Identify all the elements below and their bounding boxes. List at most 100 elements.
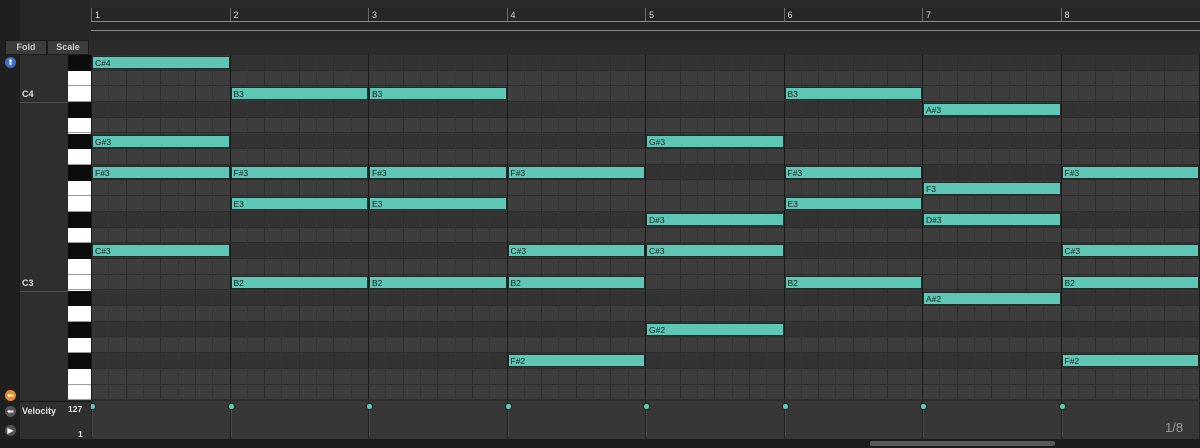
note-grid[interactable]: C#4 B3 B3 B3 A#3 G#3 G#3 F#3 F#3 F#3 F#3 F#3 F#3 F3 E3… [91, 55, 1200, 400]
grid-line [471, 55, 473, 400]
bar-number[interactable]: 2 [234, 10, 239, 20]
velocity-handle[interactable] [227, 403, 235, 410]
midi-note[interactable]: F#3 [369, 165, 507, 179]
white-key[interactable] [68, 180, 91, 197]
white-key[interactable] [68, 70, 91, 87]
fold-button[interactable]: Fold [5, 40, 47, 55]
black-key[interactable] [68, 164, 91, 181]
midi-note[interactable]: C#3 [92, 244, 230, 258]
time-ruler[interactable]: 1 2 3 4 5 6 7 8 [91, 8, 1200, 40]
midi-note[interactable]: G#3 [646, 134, 784, 148]
grid-quantization[interactable]: 1/8 [1165, 420, 1183, 435]
midi-note[interactable]: A#2 [923, 291, 1061, 305]
grid-line [870, 55, 872, 400]
loop-brace-top[interactable] [91, 21, 1200, 22]
scroll-up-icon[interactable]: ⬆ [5, 57, 16, 68]
velocity-grid[interactable] [91, 401, 1200, 439]
midi-note[interactable]: B3 [369, 87, 507, 101]
white-key[interactable] [68, 259, 91, 275]
bar-number[interactable]: 3 [372, 10, 377, 20]
grid-line [662, 55, 664, 400]
black-key[interactable] [68, 133, 91, 150]
octave-divider [20, 290, 68, 292]
black-key[interactable] [68, 212, 91, 228]
velocity-handle[interactable] [1058, 403, 1066, 410]
midi-note[interactable]: F#3 [1061, 165, 1199, 179]
midi-note[interactable]: G#2 [646, 322, 784, 336]
velocity-handle[interactable] [366, 403, 373, 410]
midi-note[interactable]: B2 [369, 275, 507, 289]
scrollbar-thumb[interactable] [870, 441, 1055, 446]
scroll-left-icon[interactable]: ⬅ [5, 390, 16, 401]
bar-number[interactable]: 7 [926, 10, 931, 20]
midi-note[interactable]: A#3 [923, 103, 1061, 117]
grid-line [229, 55, 231, 400]
midi-note[interactable]: F#3 [230, 165, 368, 179]
midi-note[interactable]: G#3 [92, 134, 230, 148]
velocity-handle[interactable] [920, 403, 927, 410]
play-icon[interactable]: ▶ [5, 425, 16, 436]
midi-note[interactable]: B2 [1061, 275, 1199, 289]
midi-note[interactable]: C#3 [507, 244, 645, 258]
grid-line [575, 55, 577, 400]
grid-line [627, 55, 629, 400]
grid-line [419, 55, 421, 400]
bar-tick [1060, 8, 1062, 22]
white-key[interactable] [68, 117, 91, 134]
velocity-handle[interactable] [91, 403, 96, 410]
midi-note[interactable]: B3 [784, 87, 922, 101]
midi-note[interactable]: D#3 [923, 213, 1061, 226]
black-key[interactable] [68, 243, 91, 260]
velocity-handle[interactable] [504, 403, 512, 410]
white-key[interactable] [68, 196, 91, 212]
grid-line [593, 55, 595, 400]
grid-line [731, 55, 733, 400]
black-key[interactable] [68, 290, 91, 307]
grid-line [1060, 55, 1062, 400]
black-key[interactable] [68, 102, 91, 118]
black-key[interactable] [68, 353, 91, 369]
loop-brace-bottom[interactable] [91, 30, 1200, 31]
midi-note[interactable]: B2 [784, 275, 922, 289]
octave-label: C4 [22, 89, 34, 100]
velocity-handle[interactable] [781, 403, 789, 410]
white-key[interactable] [68, 369, 91, 385]
black-key[interactable] [68, 55, 91, 71]
midi-note[interactable]: B2 [230, 275, 368, 289]
velocity-handle[interactable] [643, 403, 650, 410]
midi-note[interactable]: F#3 [92, 165, 230, 179]
bar-number[interactable]: 8 [1065, 10, 1070, 20]
bar-number[interactable]: 5 [649, 10, 654, 20]
midi-note[interactable]: F#3 [507, 165, 645, 179]
midi-note[interactable]: F#2 [1061, 354, 1199, 368]
white-key[interactable] [68, 384, 91, 401]
scale-button[interactable]: Scale [47, 40, 89, 55]
bar-number[interactable]: 4 [511, 10, 516, 20]
white-key[interactable] [68, 306, 91, 322]
grid-line [298, 55, 300, 400]
white-key[interactable] [68, 86, 91, 103]
midi-note[interactable]: C#3 [646, 244, 784, 258]
midi-note[interactable]: F3 [923, 181, 1061, 195]
midi-note[interactable]: E3 [230, 197, 368, 211]
bar-number[interactable]: 6 [788, 10, 793, 20]
white-key[interactable] [68, 149, 91, 165]
piano-keyboard[interactable] [68, 55, 91, 401]
white-key[interactable] [68, 227, 91, 244]
midi-note[interactable]: F#3 [784, 165, 922, 179]
velocity-back-icon[interactable]: ⬅ [5, 406, 16, 417]
midi-note[interactable]: C#3 [1061, 244, 1199, 258]
midi-note[interactable]: B2 [507, 275, 645, 289]
midi-note[interactable]: C#4 [92, 56, 230, 69]
bar-number[interactable]: 1 [95, 10, 100, 20]
midi-note[interactable]: B3 [230, 87, 368, 101]
midi-note[interactable]: E3 [784, 197, 922, 211]
black-key[interactable] [68, 321, 91, 338]
midi-note[interactable]: D#3 [646, 213, 784, 226]
midi-note[interactable]: E3 [369, 197, 507, 211]
midi-note[interactable]: F#2 [507, 354, 645, 368]
white-key[interactable] [68, 337, 91, 354]
white-key[interactable] [68, 274, 91, 291]
grid-line [679, 55, 681, 400]
grid-line [333, 55, 335, 400]
